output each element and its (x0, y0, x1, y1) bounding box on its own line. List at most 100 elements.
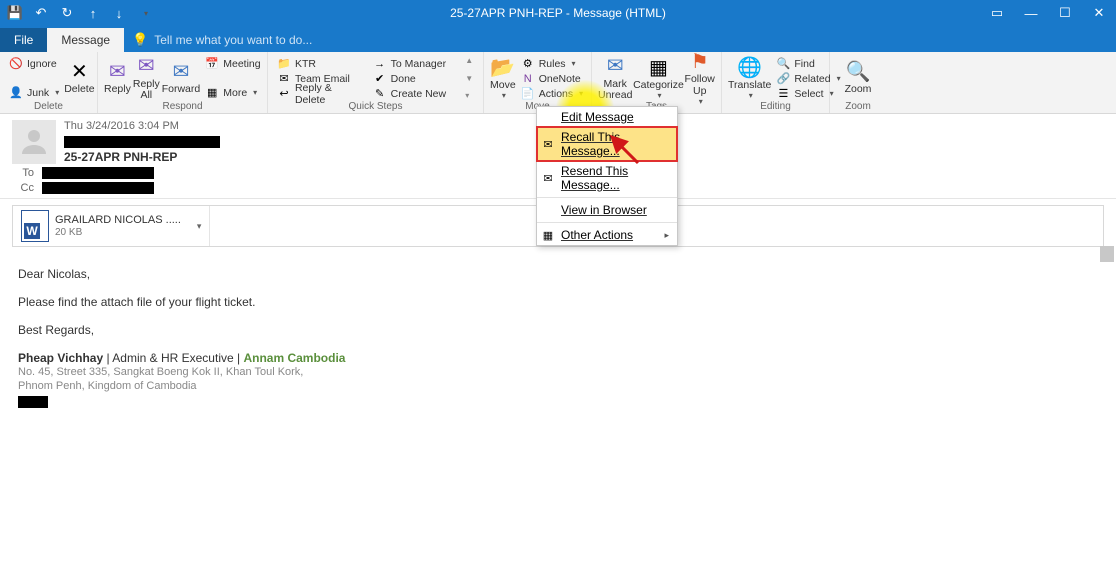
recall-icon: ✉ (541, 137, 555, 151)
sender-avatar (12, 120, 56, 164)
window-title: 25-27APR PNH-REP - Message (HTML) (450, 6, 666, 20)
word-doc-icon (21, 210, 49, 242)
qs-expand-icon[interactable]: ▾ (465, 91, 477, 100)
sig-addr1: No. 45, Street 335, Sangkat Boeng Kok II… (18, 365, 1098, 379)
follow-up-button[interactable]: ⚑Follow Up (684, 54, 715, 100)
rules-button[interactable]: ⚙Rules (518, 56, 586, 71)
body-greeting: Dear Nicolas, (18, 267, 1098, 281)
maximize-icon[interactable]: ☐ (1048, 0, 1082, 26)
resend-icon: ✉ (541, 171, 555, 185)
menu-separator (537, 197, 677, 198)
reply-button[interactable]: ✉Reply (104, 54, 131, 100)
tab-file[interactable]: File (0, 28, 47, 52)
qs-down-icon[interactable]: ▼ (465, 74, 477, 83)
meeting-button[interactable]: 📅Meeting (202, 56, 263, 71)
move-button[interactable]: 📂Move (490, 54, 516, 100)
qat-more-icon[interactable] (136, 4, 154, 22)
message-date: Thu 3/24/2016 3:04 PM (64, 120, 220, 132)
delete-icon: ✕ (71, 60, 88, 82)
mark-unread-button[interactable]: ✉Mark Unread (598, 54, 632, 100)
group-label-respond: Respond (98, 101, 267, 112)
qs-up-icon[interactable]: ▲ (465, 56, 477, 65)
folder-icon: 📁 (277, 57, 291, 71)
next-icon[interactable]: ↓ (110, 4, 128, 22)
sig-phone: xxxx (18, 396, 48, 408)
reply-icon: ✉ (109, 60, 126, 82)
forward-icon: ✉ (173, 60, 190, 82)
body-regards: Best Regards, (18, 323, 1098, 337)
reply-delete-icon: ↩ (277, 87, 291, 101)
menu-separator (537, 222, 677, 223)
create-new-icon: ✎ (373, 87, 387, 101)
chevron-right-icon: ▸ (664, 230, 669, 241)
prev-icon[interactable]: ↑ (84, 4, 102, 22)
more-icon: ▦ (205, 86, 219, 100)
junk-icon: 👤 (9, 86, 23, 100)
categorize-icon: ▦ (649, 56, 668, 78)
menu-recall-message[interactable]: ✉Recall This Message... (537, 127, 677, 161)
attachment-item[interactable]: GRAILARD NICOLAS ..... 20 KB ▾ (13, 206, 210, 246)
qs-create-new[interactable]: ✎Create New (370, 86, 464, 101)
find-icon: 🔍 (776, 57, 790, 71)
attachment-dropdown-icon[interactable]: ▾ (197, 221, 202, 232)
menu-view-browser[interactable]: View in Browser (537, 200, 677, 220)
attachment-size: 20 KB (55, 227, 181, 238)
translate-button[interactable]: 🌐Translate (728, 54, 771, 100)
reply-all-icon: ✉ (138, 55, 155, 77)
sig-company: Annam Cambodia (243, 351, 345, 365)
delete-button[interactable]: ✕Delete (64, 54, 94, 100)
to-label: To (12, 167, 34, 179)
message-subject: 25-27APR PNH-REP (64, 150, 220, 164)
menu-other-actions[interactable]: ▦Other Actions▸ (537, 225, 677, 245)
tell-me-placeholder: Tell me what you want to do... (154, 33, 312, 47)
edit-icon (541, 110, 555, 124)
close-icon[interactable]: ✕ (1082, 0, 1116, 26)
reply-all-button[interactable]: ✉Reply All (133, 54, 160, 100)
minimize-icon[interactable]: — (1014, 0, 1048, 26)
move-icon: 📂 (490, 56, 515, 78)
categorize-button[interactable]: ▦Categorize (634, 54, 682, 100)
more-respond-button[interactable]: ▦More (202, 85, 263, 100)
qs-done[interactable]: ✔Done (370, 71, 464, 86)
actions-button[interactable]: 📄Actions (518, 86, 586, 101)
browser-icon (541, 203, 555, 217)
team-icon: ✉ (277, 72, 291, 86)
sig-name: Pheap Vichhay (18, 351, 103, 365)
tell-me-input[interactable]: 💡 Tell me what you want to do... (124, 28, 320, 52)
translate-icon: 🌐 (737, 56, 762, 78)
onenote-icon: N (521, 72, 535, 86)
related-icon: 🔗 (776, 72, 790, 86)
onenote-button[interactable]: NOneNote (518, 71, 586, 86)
save-icon[interactable]: 💾 (6, 4, 24, 22)
undo-icon[interactable]: ↶ (32, 4, 50, 22)
zoom-button[interactable]: 🔍Zoom (836, 54, 880, 100)
qs-reply-delete[interactable]: ↩Reply & Delete (274, 86, 368, 101)
group-label-editing: Editing (722, 101, 829, 112)
ribbon-display-icon[interactable]: ▭ (980, 0, 1014, 26)
ignore-icon: 🚫 (9, 57, 23, 71)
group-label-zoom: Zoom (830, 101, 886, 112)
qs-to-manager[interactable]: →To Manager (370, 56, 464, 71)
sig-addr2: Phnom Penh, Kingdom of Cambodia (18, 379, 1098, 393)
body-line1: Please find the attach file of your flig… (18, 295, 1098, 309)
menu-edit-message[interactable]: Edit Message (537, 107, 677, 127)
tab-message[interactable]: Message (47, 28, 124, 52)
menu-resend-message[interactable]: ✉Resend This Message... (537, 161, 677, 195)
ignore-button[interactable]: 🚫Ignore (6, 56, 62, 71)
actions-icon: 📄 (521, 87, 535, 101)
forward-button[interactable]: ✉Forward (162, 54, 201, 100)
cc-address: user1@example.com (42, 182, 154, 194)
header-scrollbar[interactable] (1100, 246, 1114, 262)
rules-icon: ⚙ (521, 57, 535, 71)
manager-icon: → (373, 57, 387, 71)
done-icon: ✔ (373, 72, 387, 86)
sig-title: | Admin & HR Executive | (103, 351, 243, 365)
flag-icon: ⚑ (691, 50, 709, 72)
meeting-icon: 📅 (205, 57, 219, 71)
junk-button[interactable]: 👤Junk (6, 85, 62, 100)
qs-ktr[interactable]: 📁KTR (274, 56, 368, 71)
bulb-icon: 💡 (132, 32, 148, 48)
redo-icon[interactable]: ↻ (58, 4, 76, 22)
from-address: user1 <user1@example.com> (64, 136, 220, 148)
group-label-delete: Delete (0, 101, 97, 112)
